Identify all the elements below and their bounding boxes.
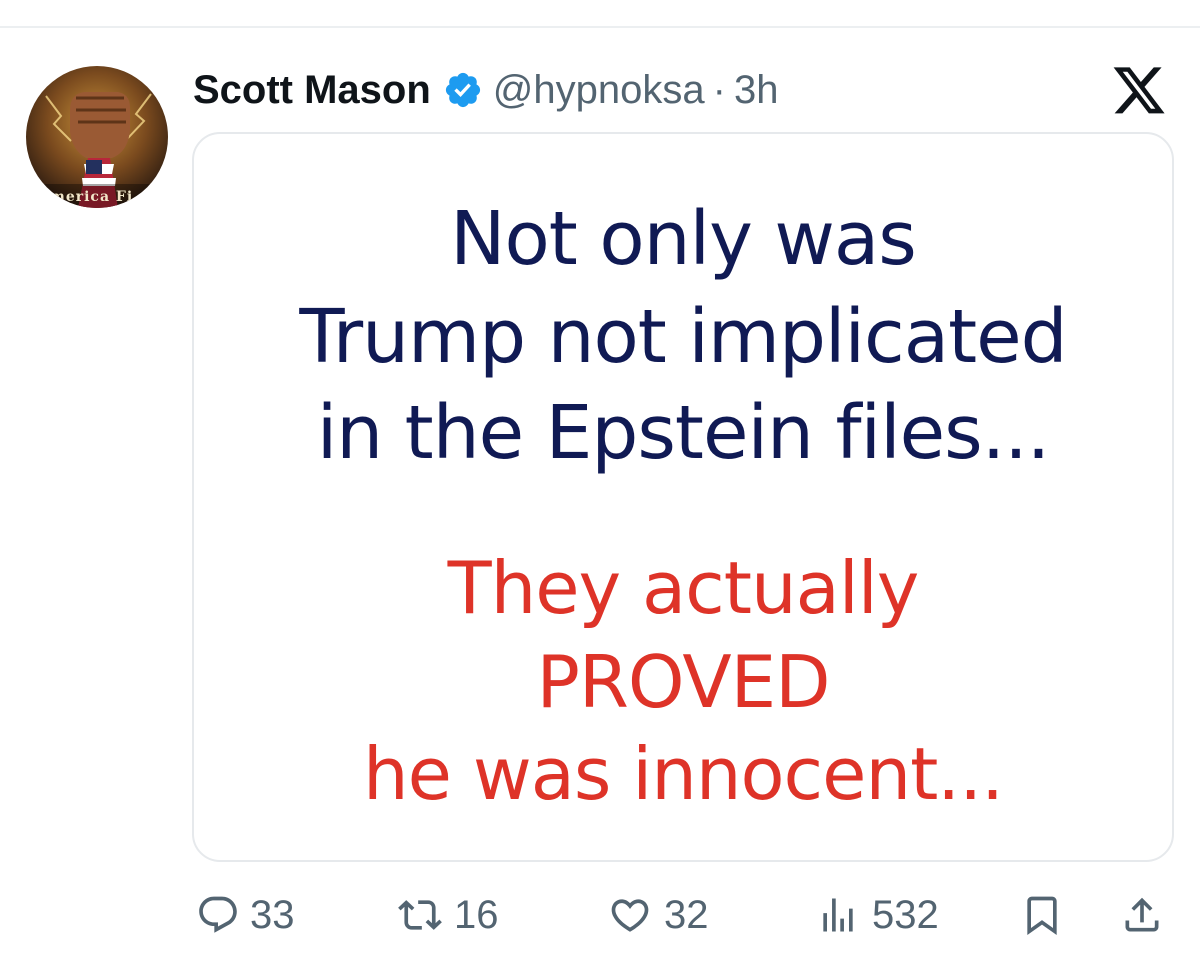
author-display-name[interactable]: Scott Mason: [193, 68, 431, 113]
reply-count: 33: [250, 892, 295, 937]
avatar[interactable]: merica Fi: [26, 66, 168, 208]
meme-line-blue-1: Not only was: [450, 196, 917, 282]
avatar-fist-image: [26, 92, 168, 208]
verified-badge-icon: [443, 70, 483, 110]
meme-line-blue-3: in the Epstein files...: [316, 390, 1051, 476]
separator-dot: ·: [712, 67, 726, 112]
repost-count: 16: [454, 892, 499, 937]
share-icon: [1125, 897, 1159, 932]
like-count: 32: [664, 892, 709, 937]
tweet-header: Scott Mason @hypnoksa · 3h: [193, 62, 778, 118]
reply-icon: [199, 896, 237, 933]
top-divider: [0, 26, 1200, 28]
meme-line-blue-2: Trump not implicated: [299, 294, 1067, 380]
meme-line-red-1: They actually: [447, 546, 920, 630]
views-button[interactable]: 532: [814, 880, 939, 950]
like-button[interactable]: 32: [606, 880, 709, 950]
repost-button[interactable]: 16: [396, 880, 499, 950]
meme-line-red-2: PROVED: [536, 640, 830, 724]
heart-icon: [611, 899, 649, 932]
bookmark-icon: [1027, 896, 1057, 936]
tweet-image-card[interactable]: Not only was Trump not implicated in the…: [192, 132, 1174, 862]
views-chart-icon: [823, 898, 853, 932]
reply-button[interactable]: 33: [196, 880, 295, 950]
author-handle[interactable]: @hypnoksa: [493, 68, 705, 113]
x-logo-icon: [1110, 62, 1168, 114]
meme-line-red-3: he was innocent...: [363, 732, 1004, 816]
tweet-action-bar: 33 16 32 532: [0, 880, 1200, 950]
share-button[interactable]: [1120, 880, 1164, 950]
avatar-caption: merica Fi: [50, 189, 134, 205]
views-count: 532: [872, 892, 939, 937]
tweet-timestamp[interactable]: 3h: [734, 68, 779, 113]
repost-icon: [398, 900, 442, 930]
bookmark-button[interactable]: [1020, 880, 1064, 950]
